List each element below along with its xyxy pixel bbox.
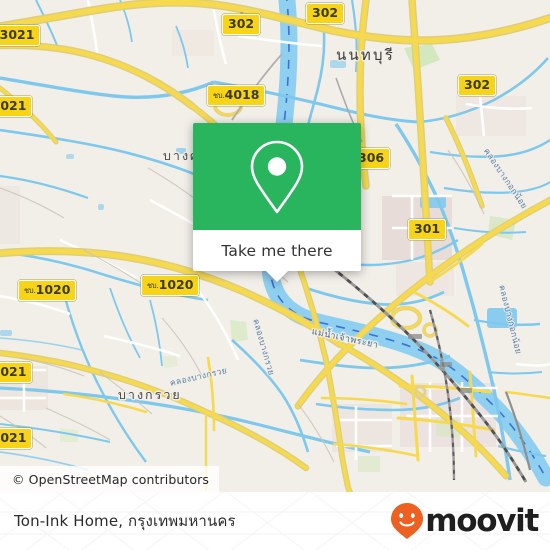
shield-number: 3021 [0, 97, 27, 113]
shield-number: 1020 [158, 276, 194, 292]
shield-number: 301 [414, 220, 441, 236]
shield-number: 302 [228, 15, 255, 31]
shield-prefix: ชบ. [147, 280, 159, 290]
shield-number: 3021 [0, 429, 27, 445]
moovit-map-screen: นนทบุรี บางศ บางกรวย คลองบางกรวย คลองบาง… [0, 0, 550, 550]
moovit-wordmark: moovit [425, 502, 539, 539]
shield-number: 1020 [35, 281, 71, 297]
shield-302-b[interactable]: 302 [222, 14, 261, 35]
shield-prefix: ชบ. [213, 90, 225, 100]
shield-prefix: ชบ. [24, 285, 36, 295]
shield-1020-a[interactable]: ชบ.1020 [18, 280, 77, 301]
shield-1020-b[interactable]: ชบ.1020 [141, 275, 200, 296]
shield-number: 3021 [0, 26, 35, 42]
shield-number: 302 [312, 4, 339, 20]
shield-3021-c[interactable]: ชบ.3021 [0, 362, 33, 383]
venue-title: Ton-Ink Home, กรุงเทพมหานคร [14, 512, 236, 530]
osm-attribution-text: © OpenStreetMap contributors [12, 471, 210, 487]
shield-number: 3021 [0, 363, 27, 379]
popup-tail-pointer [265, 270, 289, 282]
popup-image-area [193, 123, 361, 230]
bottom-info-bar: Ton-Ink Home, กรุงเทพมหานคร moovit [0, 492, 550, 550]
shield-number: 306 [358, 149, 385, 165]
moovit-pin-icon [391, 503, 424, 539]
moovit-logo[interactable]: moovit [390, 502, 539, 540]
shield-number: 4018 [224, 86, 260, 102]
map-pin-icon [250, 140, 304, 213]
shield-3021-d[interactable]: ชบ.3021 [0, 428, 33, 449]
shield-302-a[interactable]: 302 [306, 3, 345, 24]
shield-3021-a[interactable]: ชบ.3021 [0, 25, 41, 46]
shield-3021-b[interactable]: ชบ.3021 [0, 96, 33, 117]
popup-footer[interactable]: Take me there [193, 230, 361, 282]
shield-302-c[interactable]: 302 [458, 75, 497, 96]
shield-number: 302 [464, 76, 491, 92]
location-popup-card[interactable]: Take me there [193, 123, 361, 282]
shield-4018[interactable]: ชบ.4018 [207, 85, 266, 106]
osm-attribution[interactable]: © OpenStreetMap contributors [0, 466, 220, 492]
shield-301[interactable]: 301 [408, 219, 447, 240]
take-me-there-label: Take me there [221, 241, 333, 260]
